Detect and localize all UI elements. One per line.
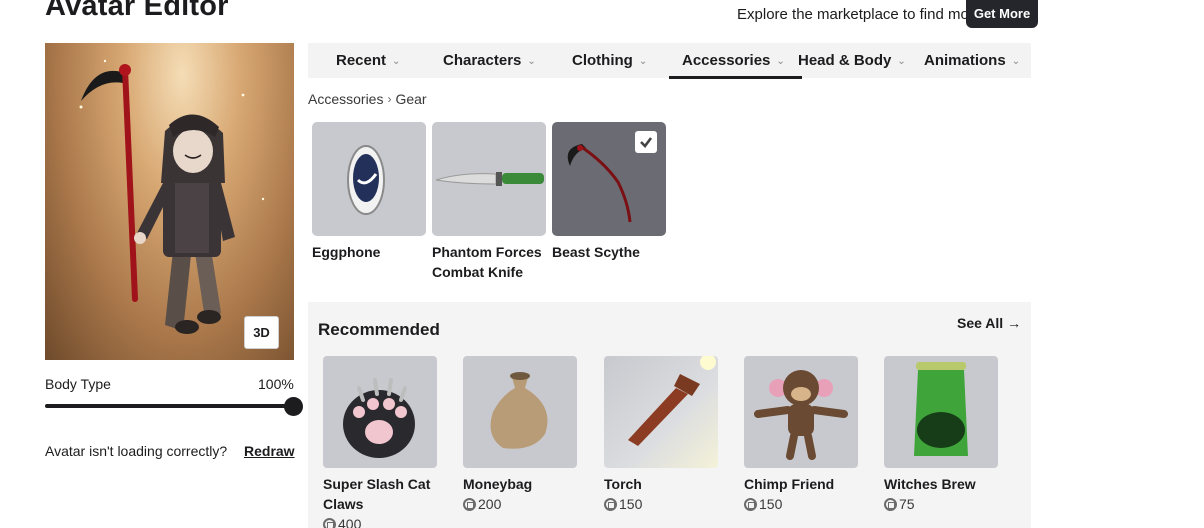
chevron-down-icon: ⌄ [527, 55, 536, 67]
item-card-beast-scythe[interactable]: Beast Scythe [552, 122, 666, 262]
recommended-thumbnail[interactable] [884, 356, 998, 468]
tab-label: Animations [924, 52, 1006, 69]
recommended-name: Witches Brew [884, 476, 976, 492]
body-type-label: Body Type [45, 376, 111, 392]
chevron-down-icon: ⌄ [897, 55, 906, 67]
body-type-slider-track[interactable] [45, 404, 295, 408]
price: 400 [323, 516, 437, 528]
robux-icon [604, 497, 617, 511]
chevron-right-icon: › [387, 92, 392, 106]
tab-label: Head & Body [798, 52, 892, 69]
eggphone-image [347, 145, 385, 215]
chevron-down-icon: ⌄ [1011, 55, 1021, 67]
redraw-link[interactable]: Redraw [244, 443, 295, 459]
recommended-item-witches-brew[interactable]: Witches Brew 75 [884, 356, 998, 512]
item-thumbnail[interactable] [552, 122, 666, 236]
recommended-name: Moneybag [463, 476, 533, 492]
tab-animations[interactable]: Animations ⌄ [924, 43, 1020, 78]
price-value: 200 [478, 496, 502, 512]
breadcrumb-current: Gear [395, 91, 427, 107]
recommended-thumbnail[interactable] [323, 356, 437, 468]
price-value: 150 [759, 496, 783, 512]
chevron-down-icon: ⌄ [638, 55, 648, 67]
loading-prompt: Avatar isn't loading correctly? [45, 443, 228, 459]
item-name: Phantom Forces Combat Knife [432, 244, 542, 280]
robux-icon [884, 497, 897, 511]
see-all-label: See All [957, 315, 1004, 331]
tab-accessories[interactable]: Accessories ⌄ [669, 43, 802, 79]
price-value: 400 [338, 516, 362, 528]
robux-icon [463, 497, 476, 511]
tab-label: Clothing [572, 52, 633, 69]
recommended-thumbnail[interactable] [744, 356, 858, 468]
robux-icon [744, 497, 757, 511]
see-all-link[interactable]: See All → [957, 315, 1021, 331]
tab-label: Recent [336, 52, 387, 69]
selected-check-icon[interactable] [635, 131, 657, 153]
body-type-value: 100% [258, 376, 294, 392]
recommended-thumbnail[interactable] [604, 356, 718, 468]
recommended-title: Recommended [318, 320, 440, 339]
knife-image [435, 172, 544, 186]
moneybag-image [490, 372, 548, 449]
recommended-item-moneybag[interactable]: Moneybag 200 [463, 356, 577, 512]
tab-recent[interactable]: Recent ⌄ [336, 43, 400, 78]
price-value: 75 [899, 496, 915, 512]
item-name: Beast Scythe [552, 244, 640, 260]
price: 150 [744, 496, 858, 512]
recommended-item-torch[interactable]: Torch 150 [604, 356, 718, 512]
avatar-preview[interactable] [45, 43, 294, 360]
tab-label: Accessories [682, 52, 771, 69]
avatar-figure [79, 59, 265, 334]
recommended-name: Chimp Friend [744, 476, 835, 492]
tab-label: Characters [443, 52, 522, 69]
tab-characters[interactable]: Characters ⌄ [443, 43, 536, 78]
cat-claws-image [343, 378, 415, 458]
item-thumbnail[interactable] [432, 122, 546, 236]
breadcrumb-parent[interactable]: Accessories [308, 91, 383, 107]
recommended-name: Torch [604, 476, 642, 492]
item-card-combat-knife[interactable]: Phantom Forces Combat Knife [432, 122, 546, 282]
chimp-image [754, 370, 848, 460]
arrow-right-icon: → [1007, 315, 1022, 331]
recommended-thumbnail[interactable] [463, 356, 577, 468]
chevron-down-icon: ⌄ [392, 55, 401, 67]
tab-head-body[interactable]: Head & Body ⌄ [798, 43, 906, 78]
item-thumbnail[interactable] [312, 122, 426, 236]
get-more-button[interactable]: Get More [966, 0, 1038, 28]
tab-clothing[interactable]: Clothing ⌄ [572, 43, 647, 78]
body-type-slider-thumb[interactable] [284, 397, 303, 416]
price-value: 150 [619, 496, 643, 512]
item-name: Eggphone [312, 244, 381, 260]
robux-icon [323, 517, 336, 528]
category-tab-bar [308, 43, 1031, 78]
recommended-item-chimp-friend[interactable]: Chimp Friend 150 [744, 356, 858, 512]
witches-brew-image [914, 362, 968, 456]
recommended-item-cat-claws[interactable]: Super Slash Cat Claws 400 [323, 356, 437, 528]
price: 75 [884, 496, 998, 512]
price: 150 [604, 496, 718, 512]
chevron-down-icon: ⌄ [776, 55, 785, 67]
3d-toggle-button[interactable]: 3D [244, 316, 279, 349]
recommended-name: Super Slash Cat Claws [323, 476, 431, 512]
price: 200 [463, 496, 577, 512]
torch-image [628, 356, 716, 446]
breadcrumb: Accessories › Gear [308, 91, 427, 107]
page-title: Avatar Editor [45, 0, 229, 22]
item-card-eggphone[interactable]: Eggphone [312, 122, 426, 262]
